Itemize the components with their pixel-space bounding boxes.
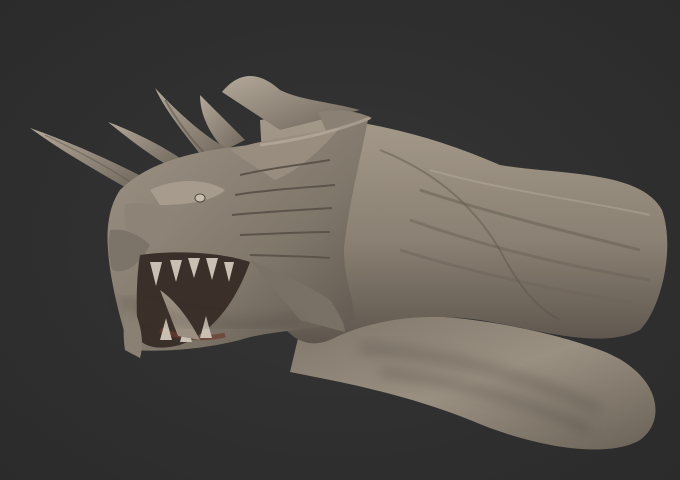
- 3d-viewport[interactable]: [0, 0, 680, 480]
- eye: [194, 193, 206, 203]
- dragon-head-sculpt-icon[interactable]: [0, 0, 680, 480]
